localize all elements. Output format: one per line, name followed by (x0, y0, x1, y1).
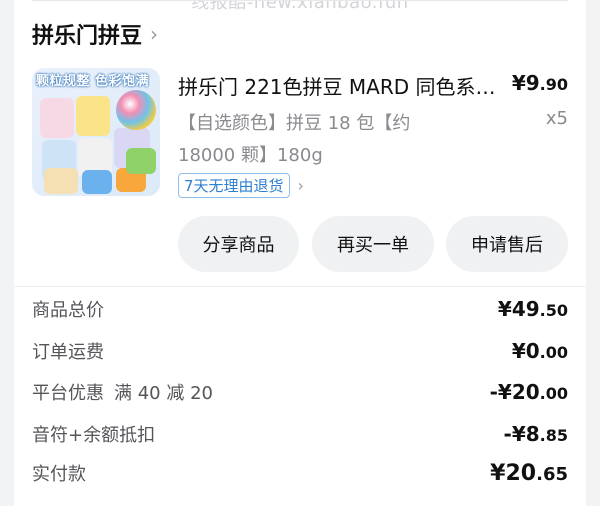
platform-discount-row: 平台优惠满 40 减 20 -¥20.00 (32, 379, 568, 405)
goods-total-row: 商品总价 ¥49.50 (32, 296, 568, 322)
amount-int: 0 (525, 339, 540, 363)
credit-deduction-amount: -¥8.85 (504, 422, 568, 446)
top-divider (32, 0, 568, 1)
product-image[interactable]: 颗粒规整 色彩饱满 (32, 68, 160, 196)
amount-prefix: -¥ (503, 422, 526, 446)
spec-line-2: 18000 颗】180g (178, 145, 323, 166)
amount-dec: .00 (539, 343, 568, 362)
shop-header[interactable]: 拼乐门拼豆 › (32, 18, 158, 50)
amount-prefix: ¥ (490, 461, 506, 486)
amount-int: 8 (525, 422, 540, 446)
platform-discount-amount: -¥20.00 (490, 380, 568, 404)
bead-pack-pink (40, 98, 74, 138)
bead-pack-cream (44, 168, 78, 194)
discount-note: 满 40 减 20 (114, 383, 213, 404)
amount-prefix: ¥ (511, 339, 526, 363)
bead-pack-blue (82, 170, 112, 194)
image-banner: 颗粒规整 色彩饱满 (36, 74, 150, 89)
return-policy[interactable]: 7天无理由退货 › (178, 173, 304, 198)
amount-dec: .50 (539, 301, 568, 320)
bead-pack-yellow (76, 96, 110, 136)
credit-deduction-row: 音符+余额抵扣 -¥8.85 (32, 421, 568, 447)
amount-prefix: ¥ (497, 297, 512, 321)
quantity: x5 (545, 108, 568, 129)
after-sale-button[interactable]: 申请售后 (446, 216, 568, 272)
price-int: 9 (525, 71, 540, 95)
watermark: 线报酷-new.xianbao.fun (191, 0, 409, 13)
amount-int: 49 (511, 297, 540, 321)
paid-row: 实付款 ¥20.65 (32, 460, 568, 486)
platform-discount-label: 平台优惠满 40 减 20 (32, 379, 213, 405)
price-symbol: ¥ (511, 71, 526, 95)
section-divider (14, 286, 586, 287)
amount-prefix: -¥ (489, 380, 512, 404)
paid-label: 实付款 (32, 464, 86, 485)
bead-ball (116, 90, 156, 130)
shipping-row: 订单运费 ¥0.00 (32, 338, 568, 364)
return-tag[interactable]: 7天无理由退货 (178, 173, 290, 198)
amount-int: 20 (505, 461, 537, 486)
product-title[interactable]: 拼乐门 221色拼豆 MARD 同色系补充装 (178, 71, 496, 100)
share-button[interactable]: 分享商品 (178, 216, 299, 272)
unit-price: ¥9.90 (512, 71, 568, 95)
chevron-right-icon[interactable]: › (150, 22, 158, 46)
amount-dec: .65 (536, 464, 568, 485)
rebuy-button[interactable]: 再买一单 (312, 216, 434, 272)
discount-title: 平台优惠 (32, 383, 104, 404)
bead-pack-green (126, 148, 156, 174)
amount-dec: .00 (539, 384, 568, 403)
product-spec: 【自选颜色】拼豆 18 包【约 18000 颗】180g (178, 108, 428, 172)
paid-amount: ¥20.65 (490, 461, 568, 486)
goods-total-amount: ¥49.50 (498, 297, 568, 321)
shipping-label: 订单运费 (32, 342, 104, 363)
goods-total-label: 商品总价 (32, 300, 104, 321)
shipping-amount: ¥0.00 (512, 339, 568, 363)
amount-dec: .85 (539, 426, 568, 445)
credit-deduction-label: 音符+余额抵扣 (32, 425, 156, 446)
price-dec: .90 (539, 75, 568, 94)
spec-line-1: 【自选颜色】拼豆 18 包【约 (178, 113, 411, 134)
shop-name[interactable]: 拼乐门拼豆 (32, 18, 142, 50)
chevron-right-icon[interactable]: › (298, 176, 304, 195)
amount-int: 20 (511, 380, 540, 404)
